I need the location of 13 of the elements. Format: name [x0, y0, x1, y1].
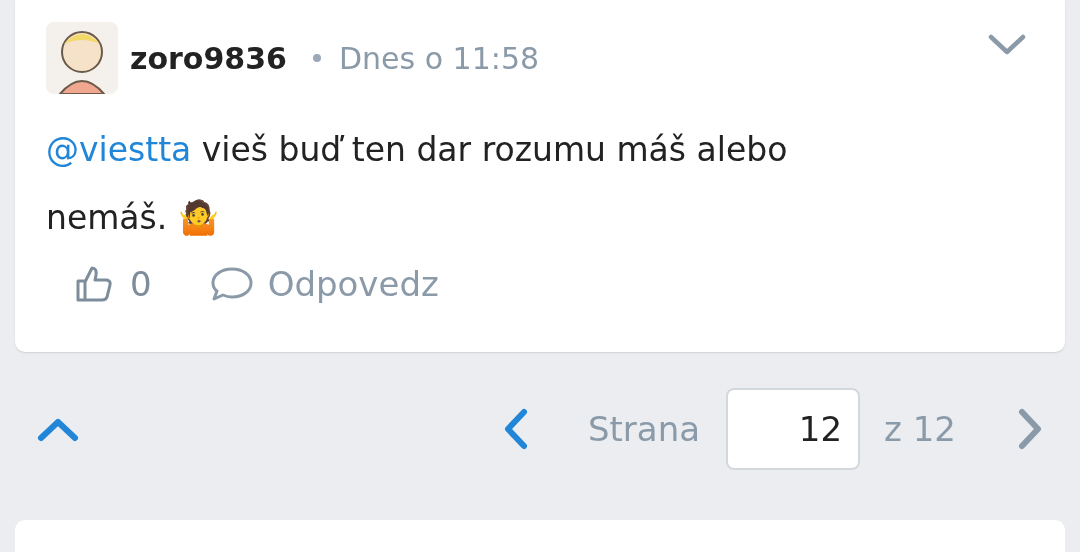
comment-text: @viestta vieš buď ten dar rozumu máš alebo nemáš. 🤷: [46, 129, 789, 239]
avatar-icon: [46, 22, 118, 94]
timestamp: Dnes o 11:58: [339, 40, 540, 76]
speech-bubble-icon: [209, 266, 254, 302]
page-number-field[interactable]: 12: [726, 388, 861, 470]
page-total: z 12: [884, 409, 956, 449]
thumbs-up-icon[interactable]: [74, 264, 114, 304]
chevron-down-icon[interactable]: [987, 33, 1027, 57]
mention-link[interactable]: @viestta: [46, 130, 192, 169]
username[interactable]: zoro9836: [130, 40, 287, 76]
separator-dot: [313, 54, 321, 62]
like-count: 0: [130, 264, 152, 304]
page-label: Strana: [587, 409, 701, 449]
